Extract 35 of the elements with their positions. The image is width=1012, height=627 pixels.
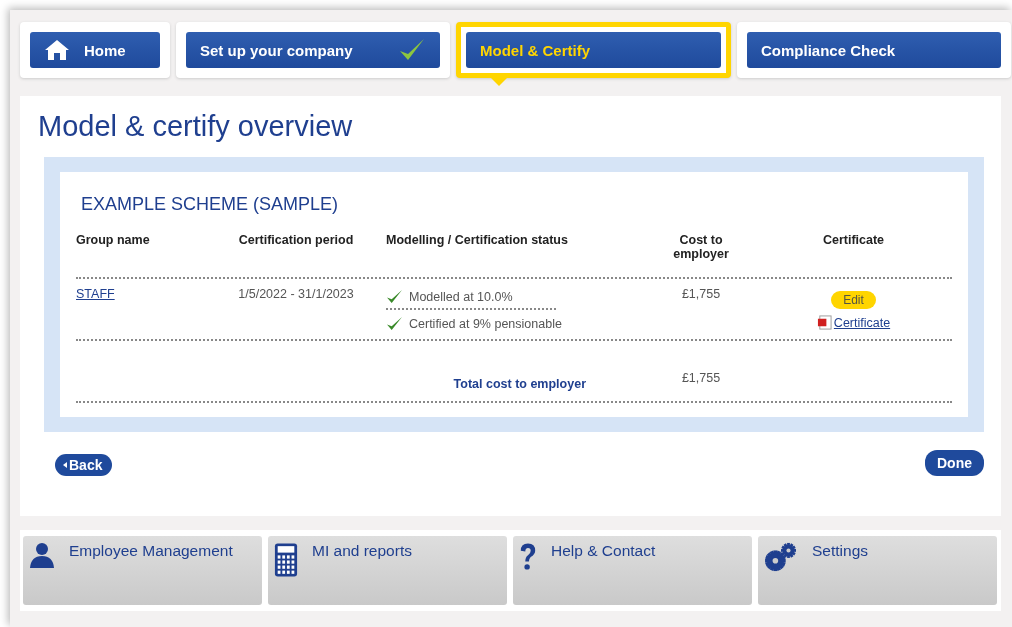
table-cell: 1/5/2022 - 31/1/2023 xyxy=(238,287,354,301)
gears-icon xyxy=(764,542,798,572)
column-header: Certification period xyxy=(237,233,355,249)
group-link[interactable]: STAFF xyxy=(76,287,115,301)
checkmark-icon xyxy=(386,289,403,304)
nav-button[interactable]: MI and reports xyxy=(268,536,507,605)
home-icon xyxy=(44,39,70,61)
checkmark-icon xyxy=(386,316,403,331)
scheme-title: EXAMPLE SCHEME (SAMPLE) xyxy=(81,194,340,215)
column-header: Modelling / Certification status xyxy=(386,233,569,249)
tab[interactable]: Set up your company xyxy=(186,32,440,68)
caret-icon xyxy=(63,462,67,468)
total-value: £1,755 xyxy=(681,371,721,385)
edit-button[interactable]: Edit xyxy=(831,291,876,309)
tab[interactable]: Home xyxy=(30,32,160,68)
column-header: Group name xyxy=(76,233,151,249)
page-title: Model & certify overview xyxy=(38,110,354,143)
person-icon xyxy=(29,542,55,568)
calculator-icon xyxy=(274,542,298,578)
nav-button[interactable]: Help & Contact xyxy=(513,536,752,605)
column-header: Cost to employer xyxy=(672,233,730,263)
nav-button[interactable]: Employee Management xyxy=(23,536,262,605)
back-button[interactable]: Back xyxy=(55,454,113,476)
tab[interactable]: Compliance Check xyxy=(747,32,1001,68)
nav-button[interactable]: Settings xyxy=(758,536,997,605)
tab[interactable]: Model & Certify xyxy=(466,32,721,68)
column-header: Certificate xyxy=(821,233,886,249)
done-button[interactable]: Done xyxy=(925,450,984,476)
table-cell: £1,755 xyxy=(681,287,721,301)
pdf-icon xyxy=(816,315,832,330)
status-text: Modelled at 10.0% xyxy=(409,289,513,304)
certificate-link[interactable]: Certificate xyxy=(833,315,891,330)
status-text: Certified at 9% pensionable xyxy=(409,316,562,331)
total-label: Total cost to employer xyxy=(453,377,586,391)
question-icon xyxy=(519,542,537,572)
